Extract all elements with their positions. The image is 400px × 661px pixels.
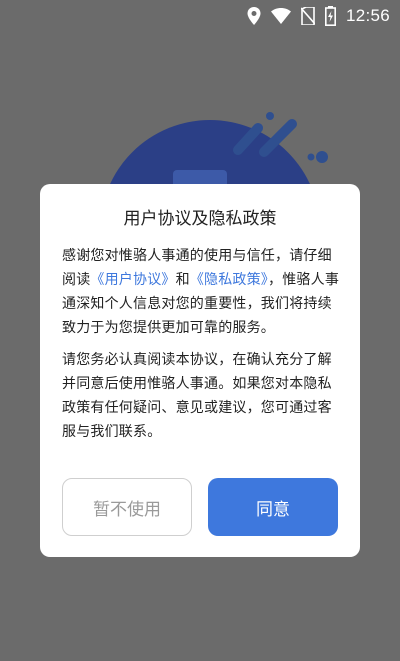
privacy-policy-link[interactable]: 《隐私政策》 <box>190 272 268 288</box>
wifi-icon <box>270 8 291 24</box>
decline-button[interactable]: 暂不使用 <box>62 478 192 536</box>
dialog-title: 用户协议及隐私政策 <box>123 209 277 229</box>
illustration-dot <box>266 112 274 120</box>
agreement-paragraph: 感谢您对惟骆人事通的使用与信任，请仔细阅读《用户协议》和《隐私政策》，惟骆人事通… <box>62 244 342 340</box>
location-icon <box>247 7 261 25</box>
status-bar: 12:56 <box>0 0 400 32</box>
no-sim-icon <box>300 7 315 25</box>
user-agreement-link[interactable]: 《用户协议》 <box>90 272 175 288</box>
agree-button[interactable]: 同意 <box>208 478 338 536</box>
conjunction-text: 和 <box>175 272 190 288</box>
notice-paragraph: 请您务必认真阅读本协议，在确认充分了解并同意后使用惟骆人事通。如果您对本隐私政策… <box>62 352 332 440</box>
battery-charging-icon <box>324 6 336 26</box>
illustration-dot <box>316 151 328 163</box>
illustration-dot <box>307 153 315 161</box>
clock: 12:56 <box>345 6 390 25</box>
dialog-body: 感谢您对惟骆人事通的使用与信任，请仔细阅读《用户协议》和《隐私政策》，惟骆人事通… <box>62 244 342 452</box>
privacy-dialog: 用户协议及隐私政策 感谢您对惟骆人事通的使用与信任，请仔细阅读《用户协议》和《隐… <box>40 184 360 557</box>
